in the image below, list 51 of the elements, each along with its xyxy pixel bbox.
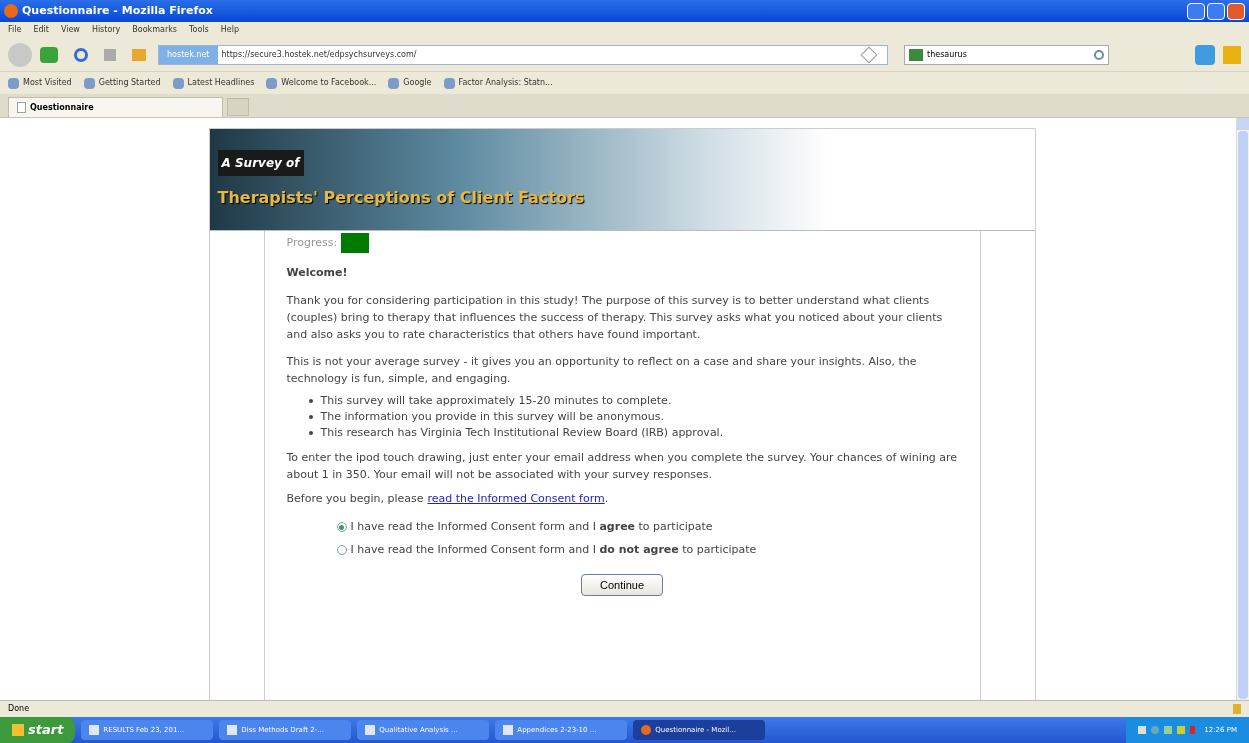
browser-tab[interactable]: Questionnaire (8, 97, 223, 117)
continue-button[interactable]: Continue (580, 574, 663, 596)
menu-item[interactable]: Edit (33, 24, 49, 36)
start-button[interactable]: start (0, 717, 76, 743)
bullet-text: This survey will take approximately 15-20 minutes to complete. (320, 392, 672, 409)
paragraph: Thank you for considering participation in this study! The purpose of this survey is to better understand what clients (couples) bring to therapy that influences the success of therapy. This survey asks what you noticed about your clients and also asks you to rate characteristics that others have found important. (286, 292, 944, 343)
banner-title: Therapists' Perceptions of Client Factors (217, 186, 586, 209)
radio-button[interactable] (336, 544, 347, 555)
bookmark-link[interactable]: Latest Headlines (187, 77, 255, 89)
menu-item[interactable]: View (60, 24, 80, 36)
search-text: thesaurus (927, 48, 967, 61)
browser-icon (4, 4, 18, 18)
menu-item[interactable]: History (91, 24, 121, 36)
paragraph: This is not your average survey - it gives you an opportunity to reflect on a case and share your insights. Also, the technology is fun, simple, and engaging. (286, 353, 918, 387)
bookmark-link[interactable]: Factor Analysis: Statn... (458, 77, 553, 89)
bullet-text: The information you provide in this survey will be anonymous. (320, 408, 665, 425)
menu-item[interactable]: Bookmarks (132, 24, 178, 36)
menu-item[interactable]: Tools (189, 24, 209, 36)
status-text: Done (8, 703, 30, 715)
window-title: Questionnaire - Mozilla Firefox (22, 2, 213, 19)
maximize-button[interactable] (1207, 2, 1225, 20)
prompt-text: . (604, 490, 609, 507)
option-label: I have read the Informed Consent form and I do not agree to participate (350, 541, 757, 558)
address-field[interactable]: hostek.net https://secure3.hostek.net/edpsychsurveys.com/ (158, 44, 888, 65)
bullet-icon (308, 414, 313, 419)
menu-item[interactable]: Help (220, 24, 239, 36)
search-icon (1094, 49, 1104, 60)
search-engine-icon (909, 48, 923, 61)
minimize-button[interactable] (1187, 2, 1205, 20)
progress-label: Progress: (286, 234, 338, 251)
prompt-text: Before you begin, please (286, 490, 424, 507)
bookmark-link[interactable]: Google (403, 77, 432, 89)
bullet-text: This research has Virginia Tech Institutional Review Board (IRB) approval. (320, 424, 724, 441)
option-label: I have read the Informed Consent form and I agree to participate (350, 519, 713, 535)
lock-icon (1233, 704, 1241, 714)
menu-item[interactable]: File (8, 24, 22, 36)
search-field[interactable]: thesaurus (904, 44, 1109, 65)
bullet-icon (308, 398, 313, 403)
page-icon (17, 102, 26, 113)
url-text: https://secure3.hostek.net/edpsychsurveys.com/ (220, 48, 418, 61)
close-button[interactable] (1227, 2, 1245, 20)
banner-subtitle: A Survey of (217, 149, 304, 176)
radio-button[interactable] (336, 522, 347, 533)
consent-form-link[interactable]: read the Informed Consent form (427, 490, 605, 507)
bookmark-link[interactable]: Welcome to Facebook... (281, 77, 377, 89)
bullet-icon (308, 430, 313, 435)
scrollbar[interactable] (1236, 118, 1249, 700)
paragraph: To enter the ipod touch drawing, just enter your email address when you complete the survey. Your chances of wining are about 1 in 350. Your email will not be associated with your survey responses. (286, 449, 958, 483)
bookmark-link[interactable]: Getting Started (98, 77, 161, 89)
welcome-heading: Welcome! (286, 265, 349, 281)
bookmark-link[interactable]: Most Visited (23, 77, 72, 89)
